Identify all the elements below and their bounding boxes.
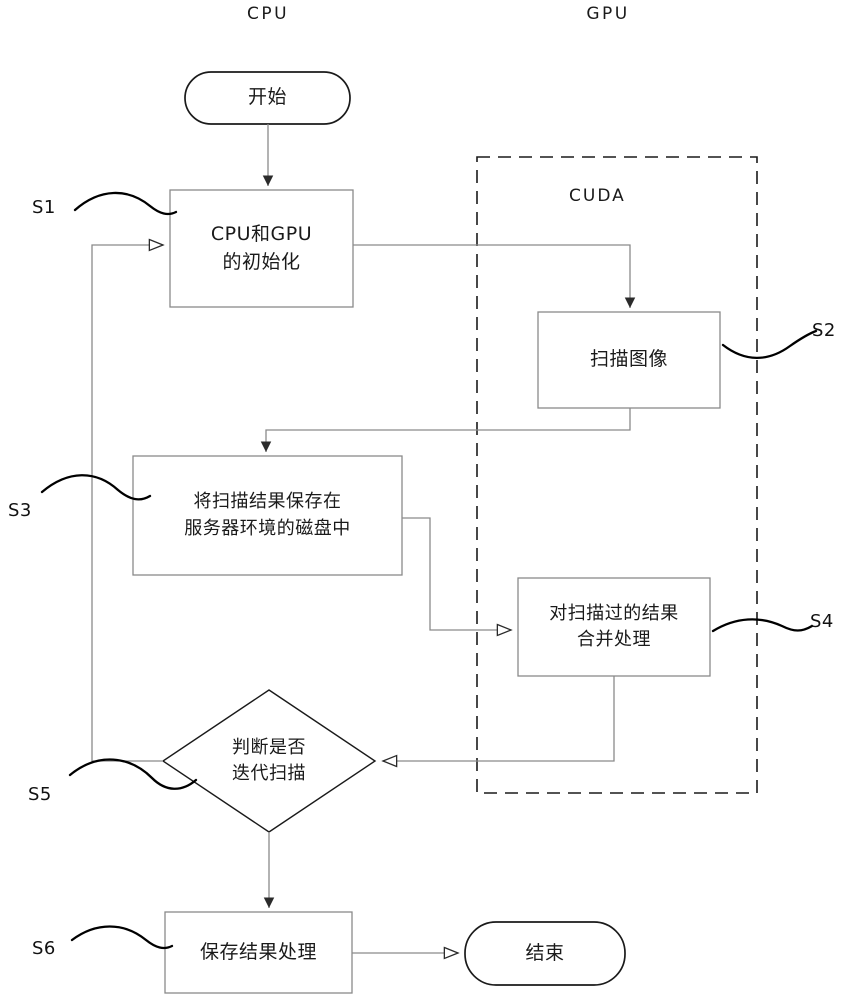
node-s3-save-results	[132, 455, 403, 576]
leader-s1	[73, 191, 178, 216]
node-s6-save-process	[164, 911, 353, 994]
edge-s4-to-s5	[383, 676, 615, 761]
lane-label-cpu: CPU	[246, 4, 290, 24]
node-s1-init	[169, 189, 354, 308]
node-end	[464, 921, 626, 986]
step-label-s4: S4	[810, 611, 834, 632]
step-label-s5: S5	[28, 784, 52, 805]
cuda-group-label: CUDA	[569, 186, 626, 206]
node-s5-decision	[161, 689, 377, 833]
step-label-s3: S3	[8, 500, 32, 521]
step-label-s1: S1	[32, 197, 56, 218]
flowchart-canvas: CPU GPU CUDA 开始 CPU和GPU 的初始化 扫描图像 将扫描结果保…	[0, 0, 844, 1000]
edge-s3-to-s4	[402, 517, 511, 630]
edge-s2-to-s3	[260, 408, 631, 452]
node-s2-scan-image	[537, 311, 721, 409]
leader-s4	[711, 618, 814, 633]
leader-s6	[70, 925, 174, 950]
step-label-s2: S2	[812, 320, 836, 341]
cuda-group-box	[476, 156, 758, 794]
lane-label-gpu: GPU	[586, 4, 630, 24]
step-label-s6: S6	[32, 938, 56, 959]
node-s4-merge-results	[517, 577, 711, 677]
flowchart-svg	[40, 71, 818, 994]
leader-s2	[721, 329, 818, 359]
node-start	[184, 71, 351, 125]
edge-s1-to-s2	[353, 244, 636, 308]
